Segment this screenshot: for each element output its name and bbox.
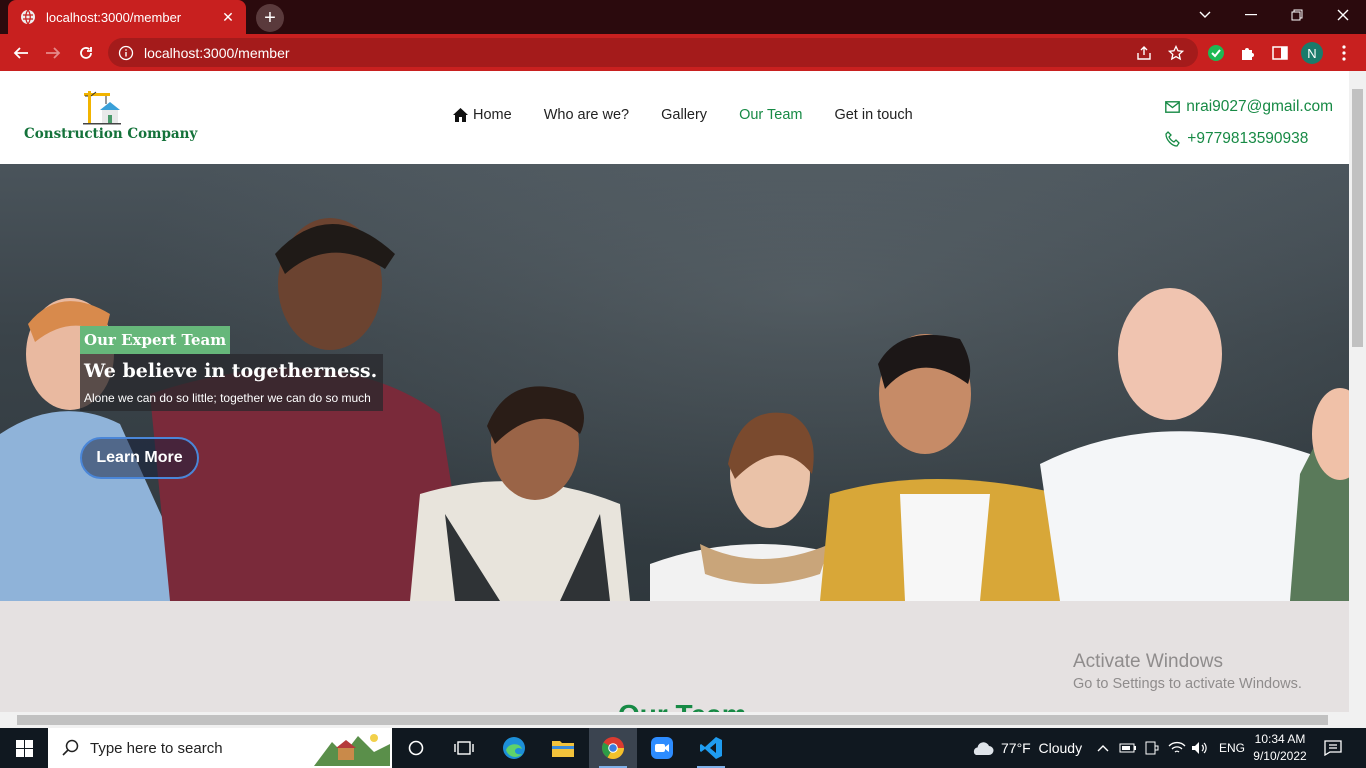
site-header: Construction Company Home Who are we? Ga… [0, 71, 1349, 164]
hero-headline: We believe in togetherness. [84, 360, 378, 382]
taskbar-search[interactable]: Type here to search [48, 728, 392, 768]
watermark-title: Activate Windows [1073, 651, 1223, 672]
search-highlight-art-icon [314, 734, 390, 766]
tab-search-chevron-icon[interactable] [1182, 0, 1228, 30]
tab-title: localhost:3000/member [46, 9, 182, 25]
side-panel-icon[interactable] [1269, 42, 1291, 64]
email-text: nrai9027@gmail.com [1186, 98, 1333, 115]
search-icon [62, 739, 79, 756]
bookmark-star-icon[interactable] [1165, 42, 1187, 64]
activate-windows-watermark: Activate Windows Go to Settings to activ… [1073, 651, 1302, 692]
logo-text: Construction Company [24, 126, 198, 142]
back-arrow-icon[interactable] [8, 40, 34, 66]
nav-label-gallery: Gallery [661, 107, 708, 123]
nav-label-get-in-touch: Get in touch [834, 107, 913, 123]
crane-logo-icon [83, 91, 121, 125]
language-text: ENG [1219, 741, 1246, 755]
hero-copy: Our Expert Team We believe in togetherne… [80, 326, 383, 411]
nav-label-our-team: Our Team [739, 107, 803, 123]
wifi-icon[interactable] [1168, 728, 1186, 768]
nav-item-get-in-touch[interactable]: Get in touch [834, 107, 912, 123]
windows-taskbar: Type here to search 77°F Cloudy ENG 10:3… [0, 728, 1366, 768]
extensions-puzzle-icon[interactable] [1237, 42, 1259, 64]
device-icon[interactable] [1144, 728, 1160, 768]
globe-icon [21, 9, 35, 25]
main-nav: Home Who are we? Gallery Our Team Get in… [453, 107, 945, 123]
cortana-circle-icon[interactable] [392, 728, 440, 768]
watermark-subtitle: Go to Settings to activate Windows. [1073, 676, 1302, 692]
site-info-icon[interactable] [118, 45, 134, 61]
contact-email[interactable]: nrai9027@gmail.com [1165, 91, 1333, 123]
volume-icon[interactable] [1191, 728, 1209, 768]
taskbar-clock[interactable]: 10:34 AM 9/10/2022 [1248, 731, 1312, 765]
hero-subline: Alone we can do so little; together we c… [84, 391, 371, 405]
profile-avatar[interactable]: N [1301, 42, 1323, 64]
chrome-browser-icon[interactable] [589, 728, 637, 768]
close-window-button[interactable] [1320, 0, 1366, 30]
home-icon [453, 108, 468, 122]
vertical-scrollbar[interactable] [1349, 71, 1366, 712]
profile-initial: N [1307, 45, 1317, 61]
new-tab-button[interactable]: + [256, 4, 284, 32]
clock-date: 9/10/2022 [1253, 749, 1307, 763]
reload-icon[interactable] [73, 40, 99, 66]
horizontal-scrollbar[interactable] [0, 712, 1349, 728]
site-logo[interactable]: Construction Company [24, 87, 198, 142]
envelope-icon [1165, 101, 1181, 113]
windows-logo-icon [15, 739, 33, 757]
file-explorer-icon[interactable] [539, 728, 587, 768]
clock-time: 10:34 AM [1254, 732, 1306, 746]
vertical-scroll-thumb[interactable] [1352, 89, 1363, 347]
share-icon[interactable] [1133, 42, 1155, 64]
search-placeholder: Type here to search [90, 739, 223, 757]
section-title: Our Team [618, 699, 747, 712]
hero-headline-box: We believe in togetherness. Alone we can… [80, 354, 383, 411]
contact-info: nrai9027@gmail.com +9779813590938 [1165, 91, 1333, 155]
weather-text: 77°F Cloudy [1001, 740, 1083, 756]
task-view-icon[interactable] [440, 728, 488, 768]
minimize-button[interactable] [1228, 0, 1274, 30]
nav-label-home: Home [473, 107, 512, 123]
nav-label-who-are-we: Who are we? [543, 107, 630, 123]
vscode-icon[interactable] [687, 728, 735, 768]
page-viewport: Construction Company Home Who are we? Ga… [0, 71, 1349, 712]
cloud-icon [973, 742, 994, 755]
nav-item-gallery[interactable]: Gallery [661, 107, 707, 123]
language-indicator[interactable]: ENG [1219, 728, 1245, 768]
start-button[interactable] [0, 728, 48, 768]
close-tab-icon[interactable]: ✕ [220, 9, 236, 25]
weather-widget[interactable]: 77°F Cloudy [970, 728, 1082, 768]
browser-tab[interactable]: localhost:3000/member ✕ [8, 0, 246, 34]
hero-badge: Our Expert Team [80, 326, 231, 354]
zoom-app-icon[interactable] [638, 728, 686, 768]
browser-tab-strip: localhost:3000/member ✕ + [0, 0, 1366, 34]
horizontal-scroll-thumb[interactable] [17, 715, 1328, 725]
nav-item-home[interactable]: Home [453, 107, 512, 123]
phone-text: +9779813590938 [1187, 130, 1309, 147]
learn-more-button[interactable]: Learn More [80, 437, 199, 479]
battery-icon[interactable] [1119, 728, 1137, 768]
extension-check-icon[interactable] [1205, 42, 1227, 64]
nav-item-who-are-we[interactable]: Who are we? [544, 107, 629, 123]
contact-phone[interactable]: +9779813590938 [1165, 123, 1333, 155]
browser-toolbar: localhost:3000/member N [0, 34, 1366, 71]
phone-icon [1165, 131, 1181, 147]
address-bar[interactable]: localhost:3000/member [108, 38, 1198, 67]
edge-browser-icon[interactable] [490, 728, 538, 768]
nav-item-our-team[interactable]: Our Team [739, 107, 802, 123]
restore-button[interactable] [1274, 0, 1320, 30]
url-text: localhost:3000/member [144, 44, 290, 61]
menu-kebab-icon[interactable] [1333, 42, 1355, 64]
hero-banner: Our Expert Team We believe in togetherne… [0, 164, 1349, 601]
show-hidden-icons-chevron-icon[interactable] [1097, 728, 1109, 768]
forward-arrow-icon[interactable] [40, 40, 66, 66]
notifications-icon[interactable] [1324, 728, 1342, 768]
